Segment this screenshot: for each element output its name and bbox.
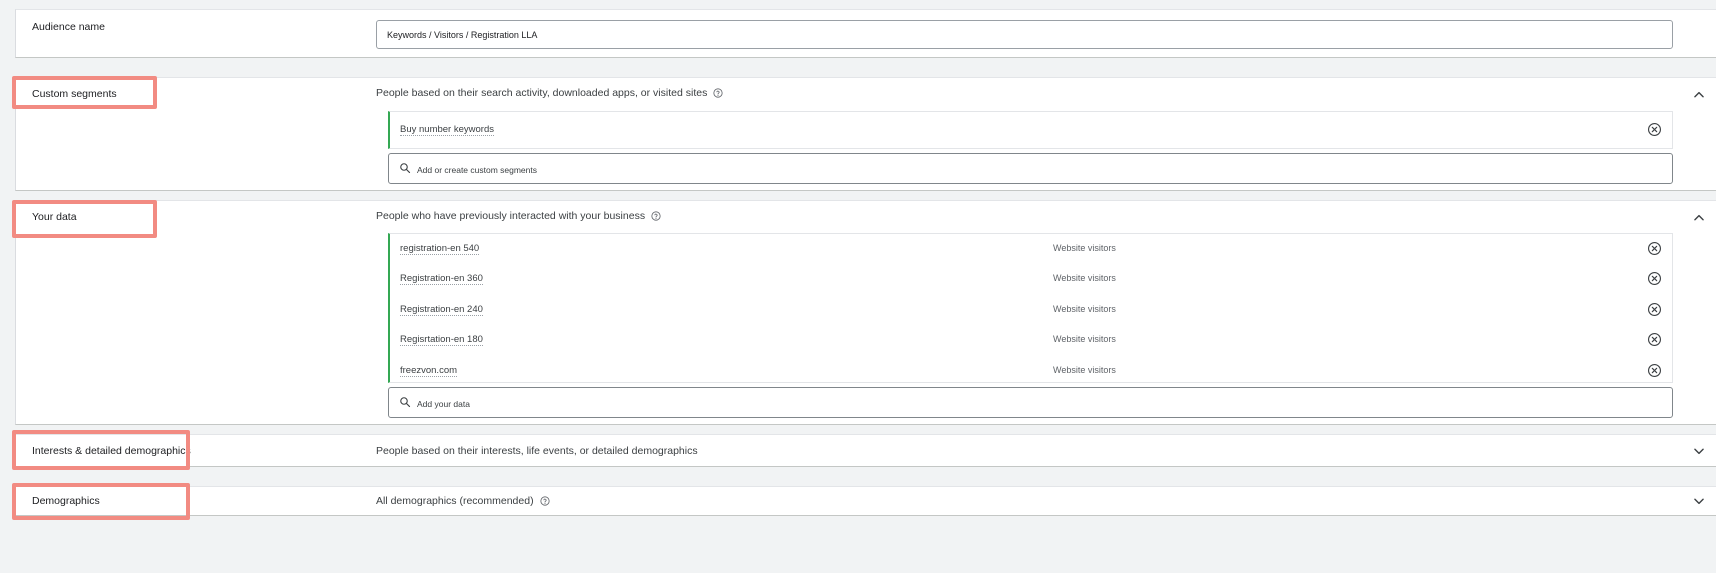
help-icon[interactable] [713,88,723,98]
search-icon [399,162,411,174]
data-source-name[interactable]: Registration-en 240 [400,304,483,316]
data-source-type: Website visitors [1053,334,1116,345]
demographics-section[interactable]: Demographics All demographics (recommend… [15,486,1716,516]
close-circle-icon[interactable] [1647,271,1662,286]
data-source-type: Website visitors [1053,273,1116,284]
search-icon [399,396,411,408]
data-source-type: Website visitors [1053,243,1116,253]
your-data-label: Your data [32,211,77,223]
list-item: Buy number keywords [390,112,1672,148]
demographics-description-text: All demographics (recommended) [376,495,534,507]
audience-name-section: Audience name [15,9,1716,58]
data-source-name[interactable]: registration-en 540 [400,243,480,255]
chevron-down-icon[interactable] [1692,444,1706,458]
data-source-name[interactable]: Regisrtation-en 180 [400,334,483,347]
list-item: registration-en 540 Website visitors [390,234,1672,264]
custom-segments-section: Custom segments People based on their se… [15,77,1716,191]
list-item: Registration-en 360 Website visitors [390,264,1672,294]
help-icon[interactable] [651,211,661,221]
custom-segments-description: People based on their search activity, d… [376,87,723,99]
chevron-down-icon[interactable] [1692,494,1706,508]
data-source-type: Website visitors [1053,364,1116,375]
demographics-description: All demographics (recommended) [376,495,550,507]
audience-editor: Audience name Custom segments People bas… [0,0,1716,573]
close-circle-icon[interactable] [1647,241,1662,256]
list-item: freezvon.com Website visitors [390,356,1672,386]
demographics-label: Demographics [32,495,100,507]
custom-segments-search[interactable] [388,153,1673,185]
interests-description: People based on their interests, life ev… [376,445,698,457]
your-data-description: People who have previously interacted wi… [376,210,661,222]
chevron-up-icon[interactable] [1692,211,1706,225]
segment-name[interactable]: Buy number keywords [400,124,494,136]
close-circle-icon[interactable] [1647,122,1662,137]
close-circle-icon[interactable] [1647,363,1662,378]
help-icon[interactable] [539,496,550,506]
close-circle-icon[interactable] [1647,302,1662,317]
your-data-search-input[interactable] [415,388,1659,419]
data-source-name[interactable]: Registration-en 360 [400,273,483,286]
custom-segments-list: Buy number keywords [388,111,1673,149]
interests-description-text: People based on their interests, life ev… [376,445,698,457]
custom-segments-search-input[interactable] [415,154,1659,185]
chevron-up-icon[interactable] [1692,88,1706,102]
close-circle-icon[interactable] [1647,332,1662,347]
custom-segments-label: Custom segments [32,88,117,100]
audience-name-input[interactable] [376,20,1673,49]
data-source-type: Website visitors [1053,303,1116,314]
your-data-section: Your data People who have previously int… [15,200,1716,425]
list-item: Regisrtation-en 180 Website visitors [390,325,1672,355]
audience-name-label: Audience name [32,21,105,33]
your-data-list: registration-en 540 Website visitors Reg… [388,233,1673,383]
interests-label: Interests & detailed demographics [32,445,191,457]
data-source-name[interactable]: freezvon.com [400,365,458,377]
your-data-search[interactable] [388,387,1673,419]
interests-section[interactable]: Interests & detailed demographics People… [15,434,1716,467]
list-item: Registration-en 240 Website visitors [390,295,1672,325]
custom-segments-description-text: People based on their search activity, d… [376,87,708,99]
your-data-description-text: People who have previously interacted wi… [376,210,646,222]
